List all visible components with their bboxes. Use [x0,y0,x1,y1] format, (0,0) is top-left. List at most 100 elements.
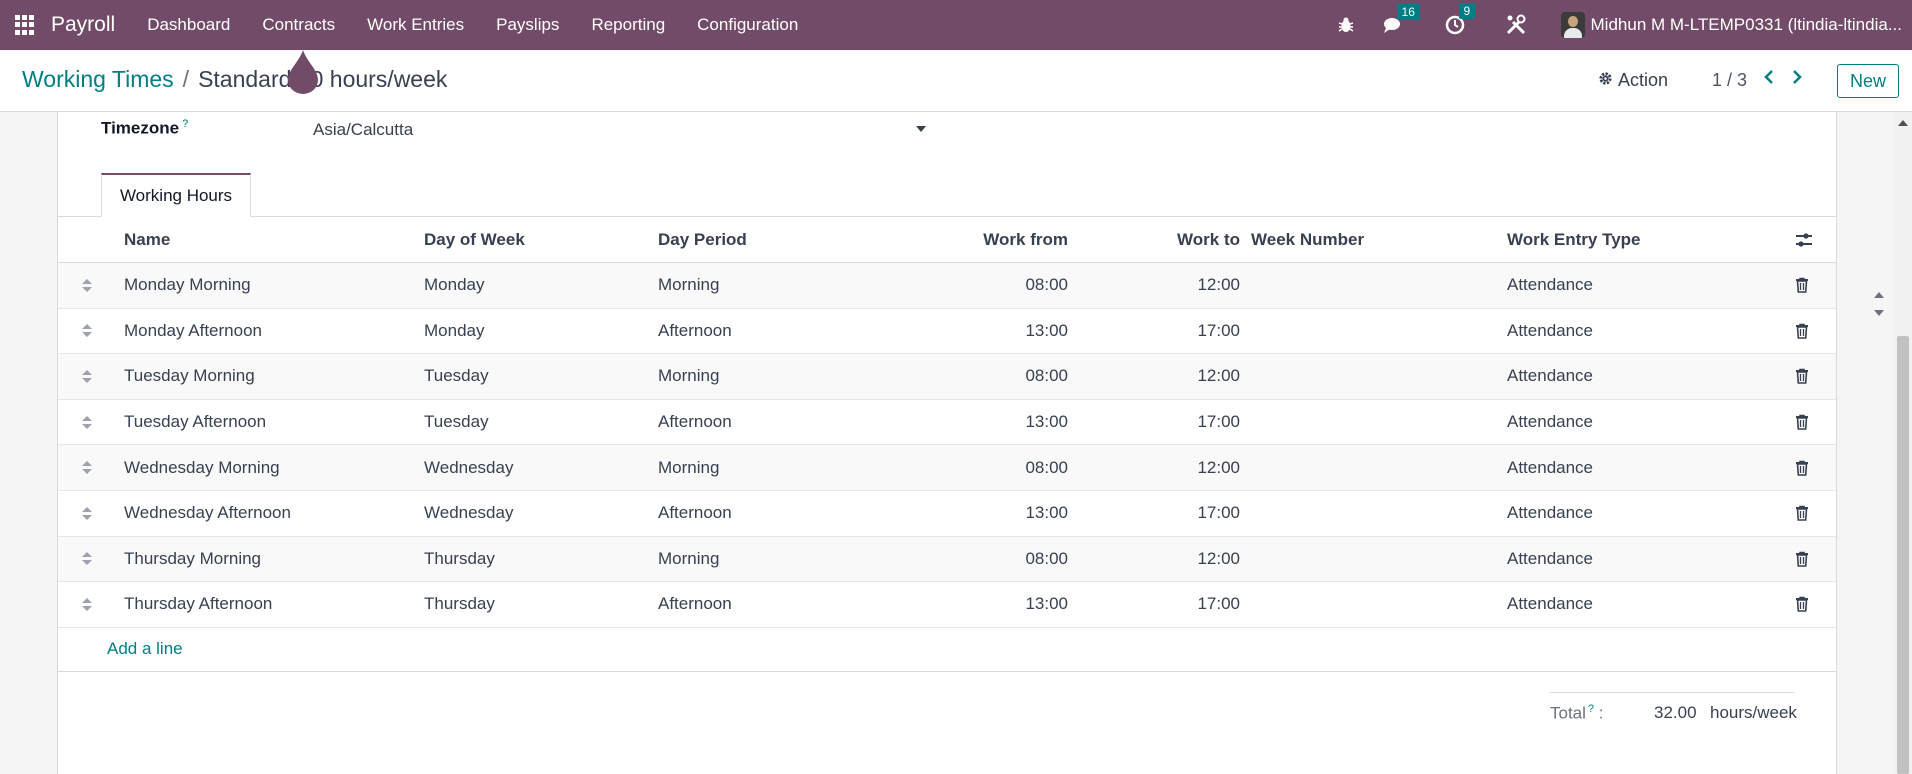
table-row[interactable]: Thursday Afternoon Thursday Afternoon 13:00… [58,582,1836,628]
drag-handle-icon[interactable] [80,309,94,354]
app-brand[interactable]: Payroll [51,13,115,37]
cell-name[interactable]: Thursday Morning [124,537,261,582]
cell-day-of-week[interactable]: Thursday [424,582,495,627]
user-avatar[interactable] [1560,12,1585,38]
drag-handle-icon[interactable] [80,354,94,399]
user-name[interactable]: Midhun M M-LTEMP0331 (ltindia-ltindia... [1591,15,1902,35]
cell-work-entry-type[interactable]: Attendance [1507,445,1593,490]
cell-work-from[interactable]: 08:00 [858,537,1068,582]
menu-contracts[interactable]: Contracts [246,0,351,50]
trash-icon[interactable] [1794,354,1810,399]
cell-work-to[interactable]: 12:00 [1088,445,1240,490]
cell-work-to[interactable]: 17:00 [1088,582,1240,627]
cell-day-of-week[interactable]: Wednesday [424,491,513,536]
cell-day-of-week[interactable]: Thursday [424,537,495,582]
drag-handle-icon[interactable] [80,400,94,445]
cell-name[interactable]: Wednesday Morning [124,445,280,490]
table-row[interactable]: Wednesday Afternoon Wednesday Afternoon 13:… [58,491,1836,537]
drag-handle-icon[interactable] [80,537,94,582]
cell-work-from[interactable]: 13:00 [858,309,1068,354]
cell-work-to[interactable]: 17:00 [1088,309,1240,354]
cell-work-entry-type[interactable]: Attendance [1507,491,1593,536]
header-work-entry-type[interactable]: Work Entry Type [1507,217,1641,262]
cell-name[interactable]: Wednesday Afternoon [124,491,291,536]
header-work-to[interactable]: Work to [1088,217,1240,262]
cell-work-from[interactable]: 08:00 [858,445,1068,490]
menu-dashboard[interactable]: Dashboard [131,0,246,50]
cell-day-of-week[interactable]: Tuesday [424,400,489,445]
tools-icon[interactable] [1505,14,1527,36]
header-name[interactable]: Name [124,217,170,262]
tab-working-hours[interactable]: Working Hours [101,173,251,217]
clock-icon[interactable]: 9 [1445,3,1476,35]
scrollbar-thumb[interactable] [1897,336,1909,774]
pager-value[interactable]: 1 / 3 [1712,70,1747,91]
caret-down-icon[interactable] [916,126,926,132]
drag-handle-icon[interactable] [80,491,94,536]
header-work-from[interactable]: Work from [858,217,1068,262]
cell-day-period[interactable]: Morning [658,263,719,308]
cell-work-entry-type[interactable]: Attendance [1507,309,1593,354]
trash-icon[interactable] [1794,400,1810,445]
cell-work-entry-type[interactable]: Attendance [1507,263,1593,308]
cell-name[interactable]: Thursday Afternoon [124,582,272,627]
drag-handle-icon[interactable] [80,582,94,627]
header-day-period[interactable]: Day Period [658,217,747,262]
cell-work-entry-type[interactable]: Attendance [1507,537,1593,582]
inner-scroll-arrows[interactable] [1871,286,1885,326]
drag-handle-icon[interactable] [80,445,94,490]
table-row[interactable]: Thursday Morning Thursday Morning 08:00 12:0… [58,536,1836,583]
cell-name[interactable]: Tuesday Morning [124,354,255,399]
cell-work-to[interactable]: 12:00 [1088,263,1240,308]
bug-icon[interactable] [1337,16,1355,34]
cell-work-entry-type[interactable]: Attendance [1507,354,1593,399]
header-day-of-week[interactable]: Day of Week [424,217,525,262]
menu-payslips[interactable]: Payslips [480,0,575,50]
cell-work-from[interactable]: 13:00 [858,491,1068,536]
cell-day-period[interactable]: Morning [658,354,719,399]
cell-day-of-week[interactable]: Wednesday [424,445,513,490]
cell-work-to[interactable]: 17:00 [1088,400,1240,445]
cell-work-from[interactable]: 08:00 [858,263,1068,308]
cell-day-period[interactable]: Morning [658,537,719,582]
table-row[interactable]: Tuesday Afternoon Tuesday Afternoon 13:00 17… [58,400,1836,446]
chevron-left-icon[interactable] [1763,68,1775,91]
cell-work-entry-type[interactable]: Attendance [1507,582,1593,627]
timezone-select[interactable]: Asia/Calcutta [313,120,413,140]
cell-work-entry-type[interactable]: Attendance [1507,400,1593,445]
cell-day-period[interactable]: Afternoon [658,582,732,627]
cell-day-period[interactable]: Afternoon [658,309,732,354]
cell-work-from[interactable]: 13:00 [858,582,1068,627]
trash-icon[interactable] [1794,582,1810,627]
menu-configuration[interactable]: Configuration [681,0,814,50]
header-week-number[interactable]: Week Number [1251,217,1364,262]
trash-icon[interactable] [1794,537,1810,582]
cell-name[interactable]: Tuesday Afternoon [124,400,266,445]
trash-icon[interactable] [1794,263,1810,308]
page-scrollbar[interactable] [1894,112,1912,774]
cell-name[interactable]: Monday Morning [124,263,251,308]
drag-handle-icon[interactable] [80,263,94,308]
help-tooltip-icon[interactable]: ? [1588,703,1594,715]
table-row[interactable]: Wednesday Morning Wednesday Morning 08:00 12… [58,445,1836,491]
table-row[interactable]: Tuesday Morning Tuesday Morning 08:00 12:00 A… [58,354,1836,400]
new-button[interactable]: New [1837,64,1899,98]
cell-work-to[interactable]: 17:00 [1088,491,1240,536]
cell-day-of-week[interactable]: Monday [424,263,484,308]
column-settings-icon[interactable] [1794,217,1814,262]
cell-work-to[interactable]: 12:00 [1088,537,1240,582]
table-row[interactable]: Monday Morning Monday Morning 08:00 12:00 Att… [58,263,1836,309]
cell-day-of-week[interactable]: Tuesday [424,354,489,399]
table-row[interactable]: Monday Afternoon Monday Afternoon 13:00 17:0… [58,309,1836,355]
cell-day-period[interactable]: Afternoon [658,400,732,445]
menu-reporting[interactable]: Reporting [575,0,681,50]
cell-day-of-week[interactable]: Monday [424,309,484,354]
apps-grid-icon[interactable] [15,15,35,35]
cell-day-period[interactable]: Morning [658,445,719,490]
cell-work-from[interactable]: 13:00 [858,400,1068,445]
action-menu-button[interactable]: Action [1598,70,1668,91]
add-line-link[interactable]: Add a line [107,628,183,671]
trash-icon[interactable] [1794,491,1810,536]
menu-work-entries[interactable]: Work Entries [351,0,480,50]
trash-icon[interactable] [1794,445,1810,490]
